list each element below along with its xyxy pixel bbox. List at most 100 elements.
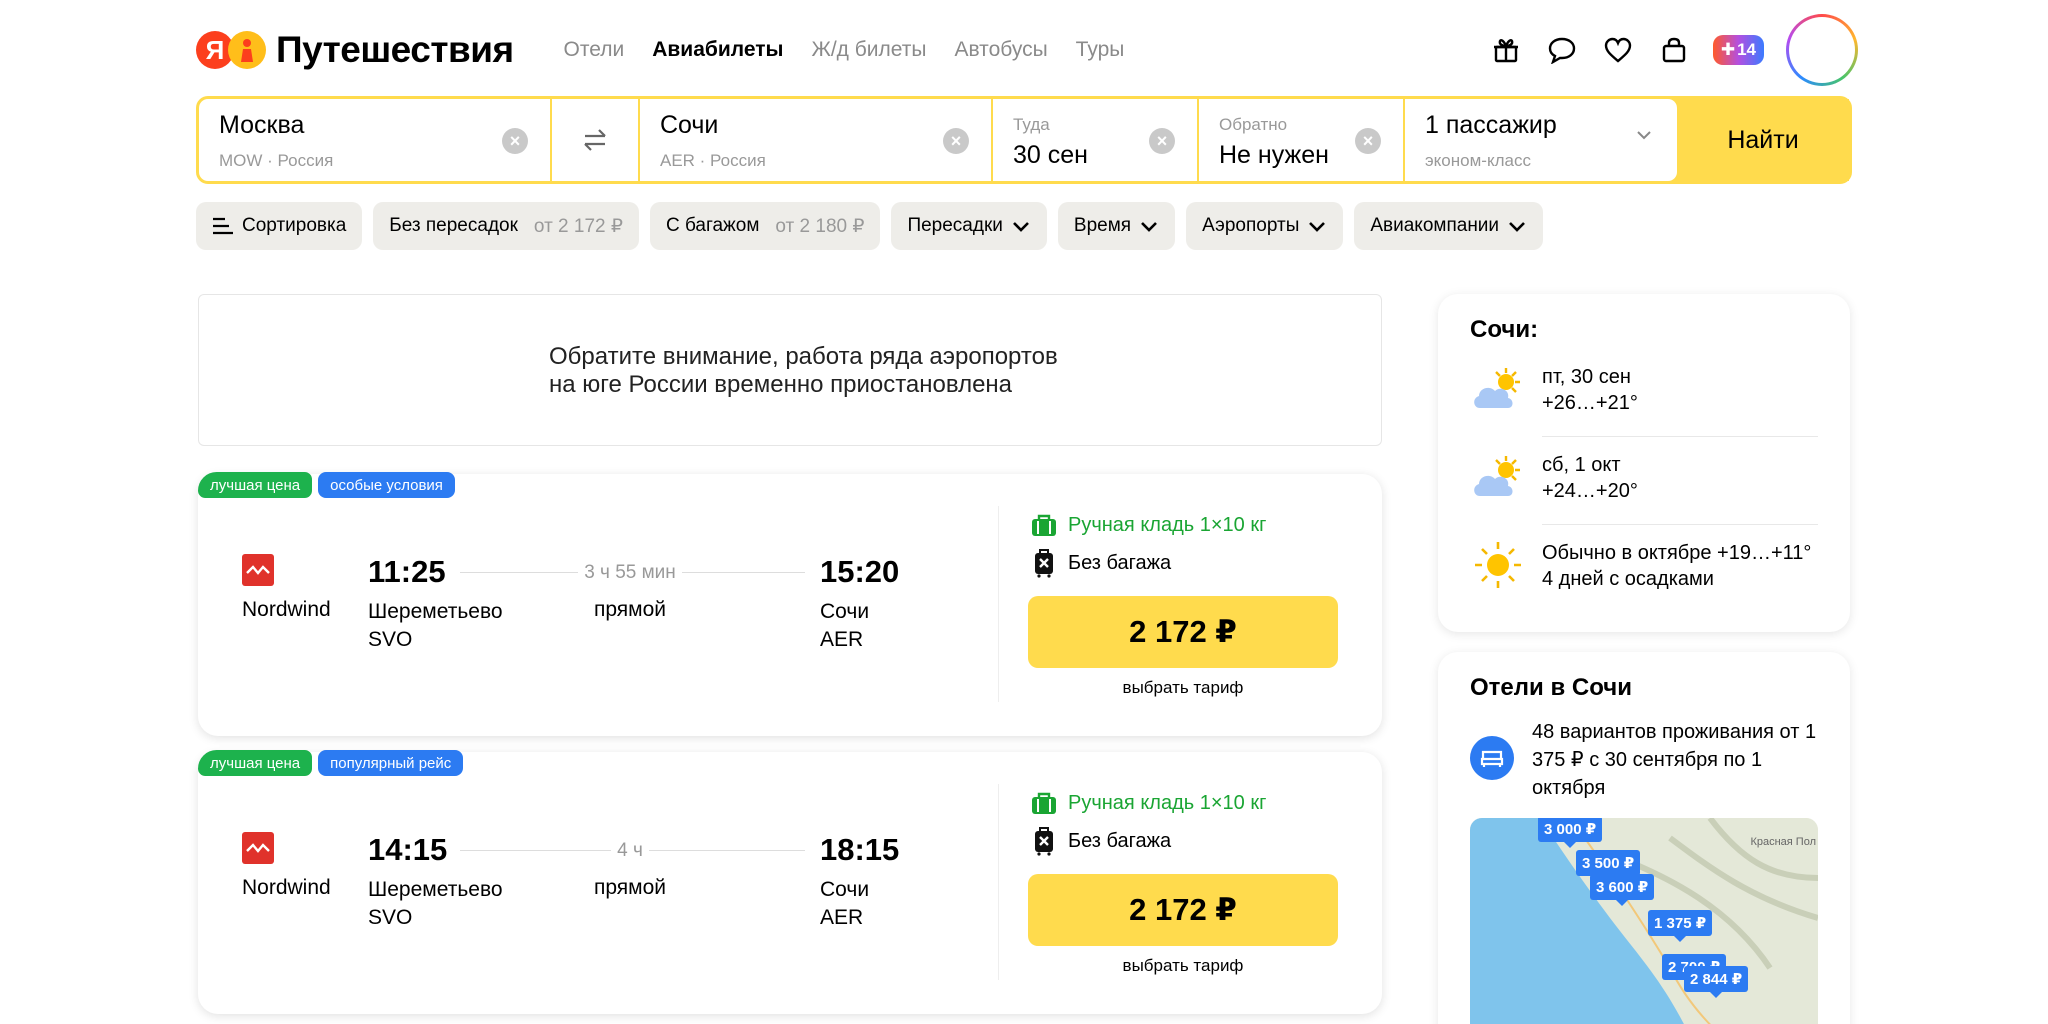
time-label: Время [1073, 215, 1132, 236]
avatar[interactable] [1786, 14, 1858, 86]
return-field[interactable]: Обратно Не нужен × [1199, 99, 1403, 181]
hand-luggage-text: Ручная кладь 1×10 кг [1068, 791, 1267, 814]
baggage-filter[interactable]: С багажом от 2 180 ₽ [649, 202, 881, 250]
card-divider [998, 506, 999, 702]
nordwind-logo-icon [242, 554, 274, 586]
avatar-inner [1789, 17, 1855, 83]
clear-return-icon[interactable]: × [1355, 128, 1381, 154]
airlines-filter[interactable]: Авиакомпании [1354, 202, 1544, 250]
no-baggage-text: Без багажа [1068, 829, 1172, 852]
nordwind-logo-icon [242, 832, 274, 864]
main-nav: Отели Авиабилеты Ж/д билеты Автобусы Тур… [564, 38, 1125, 62]
clear-from-icon[interactable]: × [502, 128, 528, 154]
arrival-airport: Сочи AER [820, 876, 869, 932]
arrival-time: 18:15 [820, 832, 900, 867]
weather-date: пт, 30 сен [1542, 366, 1631, 388]
time-filter[interactable]: Время [1057, 202, 1176, 250]
departure-time: 11:25 [368, 554, 446, 589]
no-baggage-icon [1035, 549, 1053, 578]
plus-badge[interactable]: ✚ 14 [1712, 35, 1764, 65]
from-field[interactable]: Москва MOW · Россия × [199, 99, 550, 181]
price-button[interactable]: 2 172 ₽ [1028, 874, 1338, 946]
choose-tariff-link[interactable]: выбрать тариф [1028, 956, 1338, 976]
sort-button[interactable]: Сортировка [196, 202, 363, 250]
hand-luggage-icon [1032, 792, 1056, 814]
choose-tariff-link[interactable]: выбрать тариф [1028, 678, 1338, 698]
departure-time: 14:15 [368, 832, 448, 867]
weather-day: сб, 1 окт +24…+20° [1470, 452, 1818, 504]
tag-popular: популярный рейс [318, 750, 464, 776]
passengers-count: 1 пассажир [1425, 111, 1557, 139]
clear-date-icon[interactable]: × [1149, 128, 1175, 154]
duration-text: 3 ч 55 мин [578, 562, 682, 583]
hand-luggage: Ручная кладь 1×10 кг [1030, 512, 1266, 538]
chevron-down-icon [1509, 222, 1525, 232]
map-price-pin[interactable]: 3 000 ₽ [1538, 818, 1603, 848]
weather-precip: 4 дней с осадками [1542, 568, 1714, 590]
map-price-pin[interactable]: 2 844 ₽ [1684, 966, 1749, 998]
map-price-pin[interactable]: 3 600 ₽ [1590, 874, 1655, 906]
map-background [1470, 818, 1818, 1024]
hotels-map[interactable]: Красная Пол 3 000 ₽ 3 500 ₽ 3 600 ₽ 1 37… [1470, 818, 1818, 1024]
swap-icon [584, 129, 606, 151]
duration-text: 4 ч [611, 840, 649, 861]
notice-line-2: на юге России временно приостановлена [549, 371, 1013, 398]
clear-to-icon[interactable]: × [943, 128, 969, 154]
weather-temp: +26…+21° [1542, 392, 1638, 414]
direct-price: от 2 172 ₽ [533, 215, 623, 237]
weather-day-text: сб, 1 окт +24…+20° [1542, 452, 1638, 504]
transfers-label: Пересадки [907, 215, 1003, 236]
chevron-down-icon [1637, 131, 1651, 140]
baggage-label: С багажом [665, 215, 760, 236]
hotels-widget[interactable]: Отели в Сочи 48 вариантов проживания от … [1438, 652, 1850, 1024]
weather-divider [1542, 524, 1818, 525]
logo[interactable]: Я Путешествия [196, 29, 514, 71]
heart-icon[interactable] [1601, 33, 1635, 67]
chat-icon[interactable] [1545, 33, 1579, 67]
no-baggage-text: Без багажа [1068, 551, 1172, 574]
nav-buses[interactable]: Автобусы [954, 38, 1047, 62]
flight-card[interactable]: лучшая цена особые условия Nordwind 11:2… [198, 472, 1382, 736]
bag-icon[interactable] [1657, 33, 1691, 67]
header: Я Путешествия Отели Авиабилеты Ж/д билет… [196, 10, 1858, 90]
no-baggage: Без багажа [1030, 548, 1171, 578]
price-button[interactable]: 2 172 ₽ [1028, 596, 1338, 668]
map-label: Красная Пол [1750, 836, 1816, 848]
partly-cloudy-icon [1474, 456, 1520, 496]
direct-label: Без пересадок [389, 215, 518, 236]
sun-icon [1475, 542, 1521, 588]
flight-card[interactable]: лучшая цена популярный рейс Nordwind 14:… [198, 750, 1382, 1014]
date-field[interactable]: Туда 30 сен × [993, 99, 1197, 181]
airports-filter[interactable]: Аэропорты [1186, 202, 1344, 250]
nav-tours[interactable]: Туры [1076, 38, 1125, 62]
nav-trains[interactable]: Ж/д билеты [811, 38, 926, 62]
gift-icon[interactable] [1489, 33, 1523, 67]
sort-label: Сортировка [242, 215, 347, 236]
header-actions: ✚ 14 [1489, 14, 1858, 86]
arrival-time: 15:20 [820, 554, 900, 589]
airports-label: Аэропорты [1202, 215, 1300, 236]
no-baggage-icon [1035, 827, 1053, 856]
passengers-field[interactable]: 1 пассажир эконом-класс [1405, 99, 1677, 181]
hand-luggage: Ручная кладь 1×10 кг [1030, 790, 1266, 816]
stops-label: прямой [593, 598, 667, 621]
map-price-pin[interactable]: 3 500 ₽ [1576, 850, 1641, 882]
departure-airport-name: Шереметьево [368, 600, 503, 623]
tag-special: особые условия [318, 472, 455, 498]
arrival-code: AER [820, 906, 864, 929]
nav-avia[interactable]: Авиабилеты [652, 38, 783, 62]
transfers-filter[interactable]: Пересадки [891, 202, 1047, 250]
plus-icon: ✚ [1720, 40, 1736, 59]
direct-filter[interactable]: Без пересадок от 2 172 ₽ [373, 202, 639, 250]
arrival-city: Сочи [820, 878, 870, 901]
chevron-down-icon [1012, 222, 1029, 232]
departure-airport: Шереметьево SVO [368, 876, 503, 932]
hotels-title: Отели в Сочи [1470, 674, 1632, 701]
chevron-down-icon [1141, 222, 1157, 232]
swap-button[interactable] [552, 99, 638, 181]
weather-title: Сочи: [1470, 316, 1539, 343]
nav-hotels[interactable]: Отели [564, 38, 625, 62]
find-button[interactable]: Найти [1677, 99, 1849, 181]
to-field[interactable]: Сочи AER · Россия × [640, 99, 991, 181]
map-price-pin[interactable]: 1 375 ₽ [1648, 910, 1713, 942]
